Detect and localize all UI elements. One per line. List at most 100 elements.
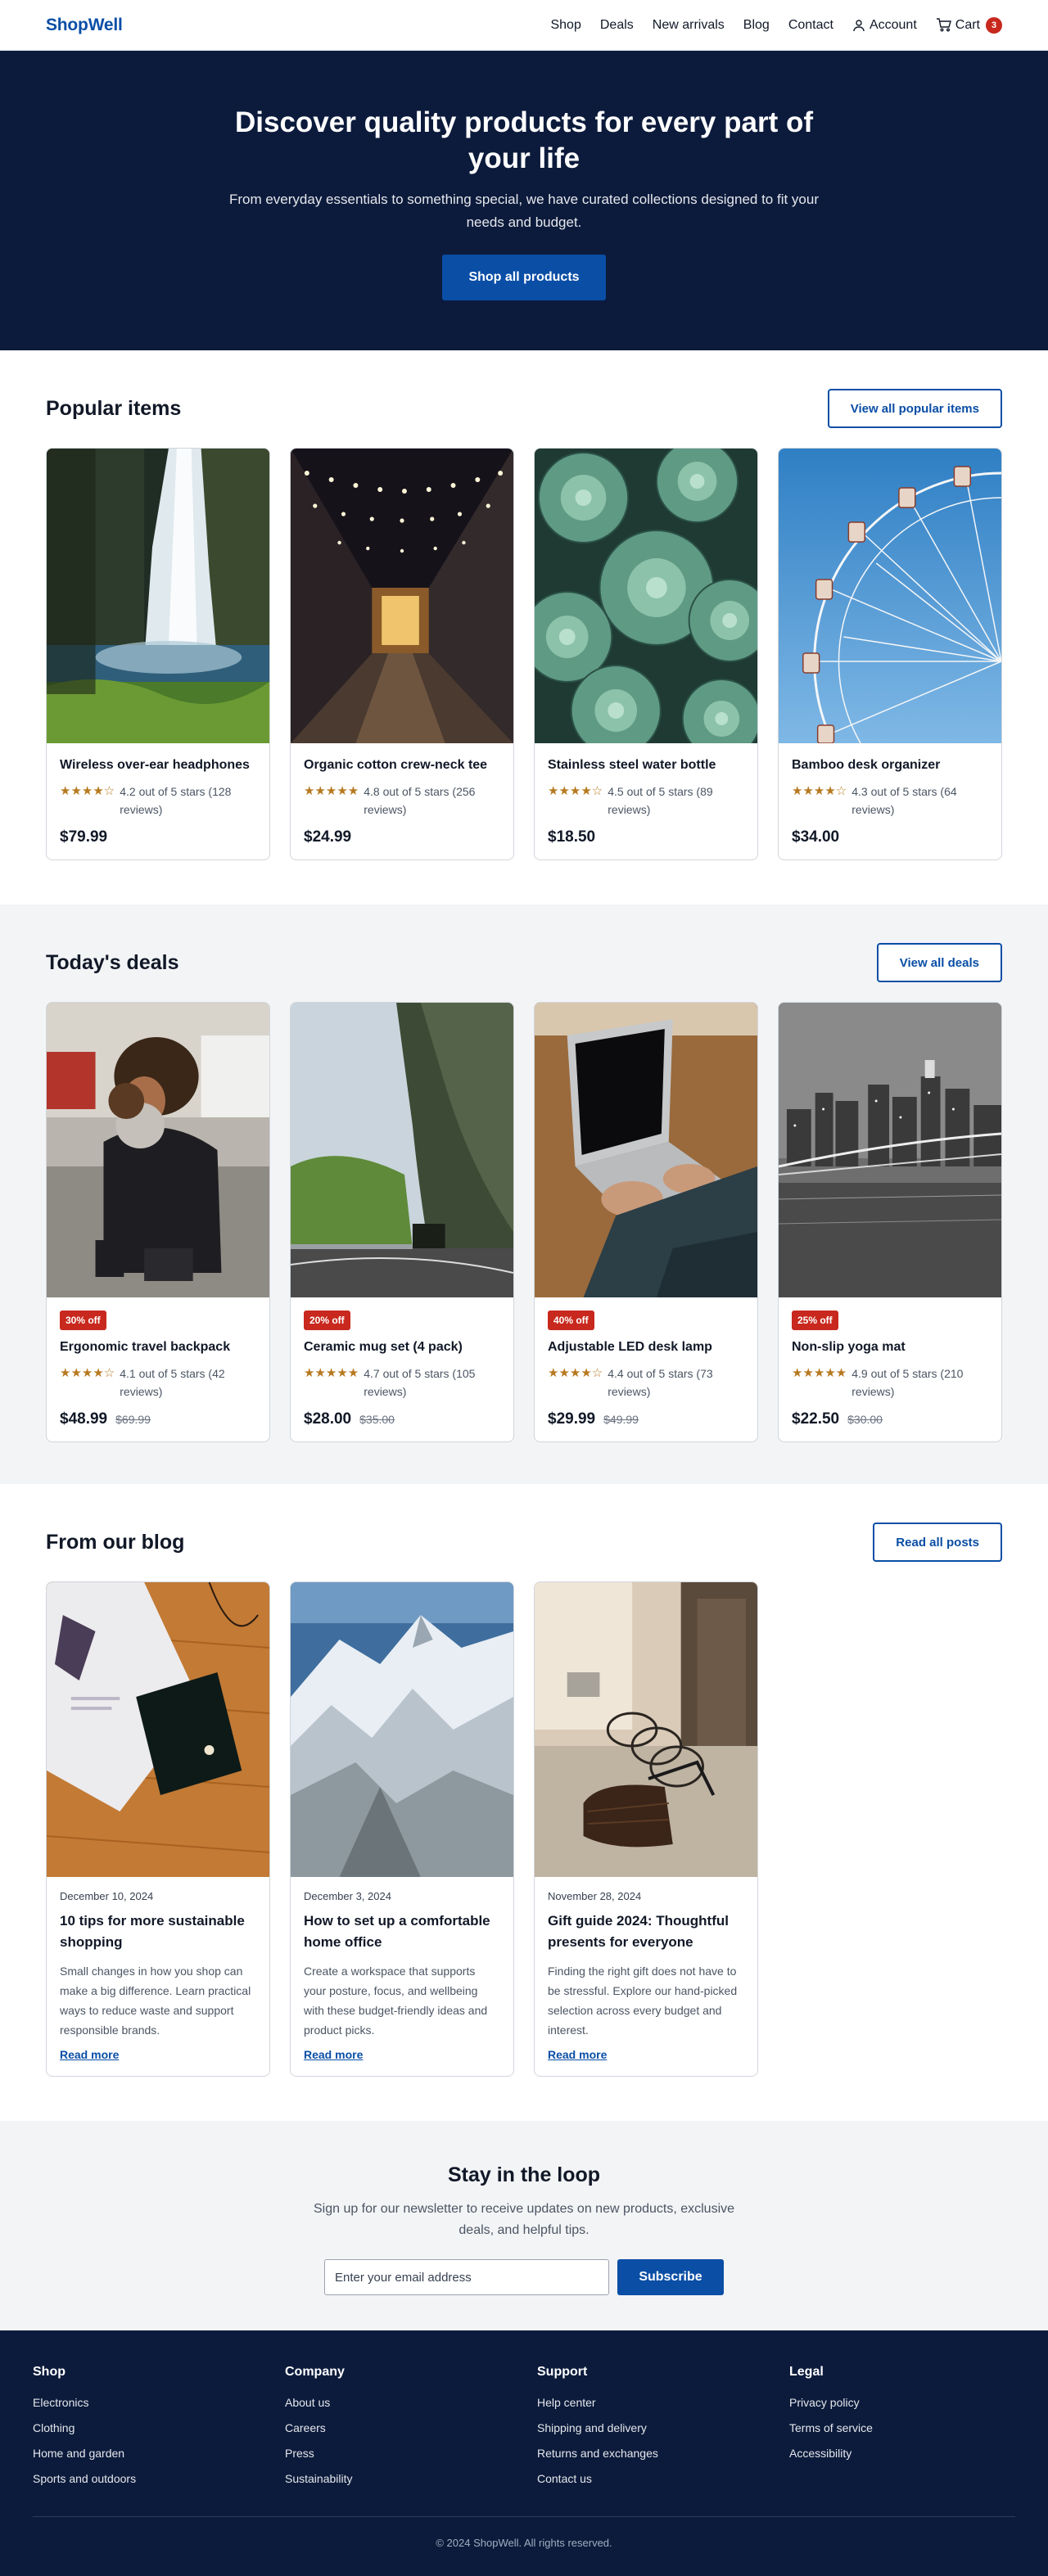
product-price: $18.50 xyxy=(548,828,596,846)
nav-new-arrivals[interactable]: New arrivals xyxy=(653,18,725,33)
read-all-posts-button[interactable]: Read all posts xyxy=(873,1523,1002,1562)
rating-text: 4.7 out of 5 stars (105 reviews) xyxy=(364,1367,476,1398)
product-title[interactable]: Ergonomic travel backpack xyxy=(60,1338,256,1356)
footer-column-support: Support Help center Shipping and deliver… xyxy=(537,2365,789,2497)
product-title[interactable]: Non-slip yoga mat xyxy=(792,1338,988,1356)
post-excerpt: Finding the right gift does not have to … xyxy=(548,1965,738,2037)
nav-shop[interactable]: Shop xyxy=(550,18,580,33)
blog-card[interactable]: November 28, 2024 Gift guide 2024: Thoug… xyxy=(534,1581,758,2077)
cart-link[interactable]: Cart 3 xyxy=(936,16,1002,34)
discount-badge: 40% off xyxy=(548,1311,594,1330)
product-title[interactable]: Ceramic mug set (4 pack) xyxy=(304,1338,500,1356)
site-footer: Shop Electronics Clothing Home and garde… xyxy=(0,2330,1048,2576)
footer-column-legal: Legal Privacy policy Terms of service Ac… xyxy=(789,2365,1041,2497)
popular-header: Popular items View all popular items xyxy=(46,389,1002,428)
popular-grid: Wireless over-ear headphones ★★★★☆ 4.2 o… xyxy=(46,448,1002,860)
footer-link[interactable]: Sustainability xyxy=(285,2472,537,2485)
footer-link[interactable]: Terms of service xyxy=(789,2421,1041,2434)
blog-section: From our blog Read all posts December 10… xyxy=(0,1484,1048,2121)
deal-card[interactable]: 20% off Ceramic mug set (4 pack) ★★★★★ 4… xyxy=(290,1002,514,1442)
account-link[interactable]: Account xyxy=(852,18,917,33)
cart-label: Cart xyxy=(955,17,980,32)
footer-link[interactable]: Help center xyxy=(537,2396,789,2409)
original-price: $49.99 xyxy=(603,1413,639,1426)
product-card[interactable]: Bamboo desk organizer ★★★★☆ 4.3 out of 5… xyxy=(778,448,1002,860)
product-image-succulents[interactable] xyxy=(535,449,757,743)
nav-contact[interactable]: Contact xyxy=(788,18,833,33)
star-rating-icon: ★★★★☆ xyxy=(60,1366,115,1380)
blog-card[interactable]: December 10, 2024 10 tips for more susta… xyxy=(46,1581,270,2077)
rating-text: 4.3 out of 5 stars (64 reviews) xyxy=(852,785,957,816)
sale-price: $22.50 xyxy=(792,1410,840,1428)
email-field[interactable] xyxy=(324,2259,609,2295)
footer-link[interactable]: About us xyxy=(285,2396,537,2409)
footer-link[interactable]: Clothing xyxy=(33,2421,285,2434)
view-all-deals-button[interactable]: View all deals xyxy=(876,943,1002,982)
blog-image-mountains[interactable] xyxy=(291,1582,513,1877)
product-card[interactable]: Stainless steel water bottle ★★★★☆ 4.5 o… xyxy=(534,448,758,860)
footer-link[interactable]: Home and garden xyxy=(33,2447,285,2460)
shop-all-button[interactable]: Shop all products xyxy=(442,255,606,300)
footer-link[interactable]: Accessibility xyxy=(789,2447,1041,2460)
product-title[interactable]: Bamboo desk organizer xyxy=(792,756,988,774)
rating-text: 4.4 out of 5 stars (73 reviews) xyxy=(608,1367,713,1398)
blog-heading: From our blog xyxy=(46,1530,185,1554)
deal-card[interactable]: 25% off Non-slip yoga mat ★★★★★ 4.9 out … xyxy=(778,1002,1002,1442)
product-image-city-bridge[interactable] xyxy=(779,1003,1001,1297)
product-image-night-street[interactable] xyxy=(291,449,513,743)
blog-card[interactable]: December 3, 2024 How to set up a comfort… xyxy=(290,1581,514,2077)
cart-count-badge: 3 xyxy=(986,16,1002,34)
read-more-link[interactable]: Read more xyxy=(304,2048,363,2061)
product-image-waterfall[interactable] xyxy=(47,449,269,743)
deal-card[interactable]: 40% off Adjustable LED desk lamp ★★★★☆ 4… xyxy=(534,1002,758,1442)
site-header: ShopWell Shop Deals New arrivals Blog Co… xyxy=(0,0,1048,51)
product-rating: ★★★★★ 4.8 out of 5 stars (256 reviews) xyxy=(304,783,500,819)
product-title[interactable]: Organic cotton crew-neck tee xyxy=(304,756,500,774)
sale-price: $28.00 xyxy=(304,1410,352,1428)
main-nav: Shop Deals New arrivals Blog Contact Acc… xyxy=(550,16,1002,34)
product-image-laptop[interactable] xyxy=(535,1003,757,1297)
product-title[interactable]: Stainless steel water bottle xyxy=(548,756,744,774)
product-card[interactable]: Wireless over-ear headphones ★★★★☆ 4.2 o… xyxy=(46,448,270,860)
sale-price: $48.99 xyxy=(60,1410,108,1428)
nav-deals[interactable]: Deals xyxy=(600,18,634,33)
cart-icon xyxy=(936,18,951,32)
footer-link[interactable]: Press xyxy=(285,2447,537,2460)
footer-link[interactable]: Careers xyxy=(285,2421,537,2434)
logo[interactable]: ShopWell xyxy=(46,16,123,35)
footer-link[interactable]: Contact us xyxy=(537,2472,789,2485)
footer-link[interactable]: Electronics xyxy=(33,2396,285,2409)
footer-link[interactable]: Sports and outdoors xyxy=(33,2472,285,2485)
product-rating: ★★★★☆ 4.4 out of 5 stars (73 reviews) xyxy=(548,1365,744,1401)
footer-link[interactable]: Shipping and delivery xyxy=(537,2421,789,2434)
read-more-link[interactable]: Read more xyxy=(548,2048,607,2061)
view-all-popular-button[interactable]: View all popular items xyxy=(827,389,1002,428)
post-title[interactable]: How to set up a comfortable home office xyxy=(304,1911,500,1953)
product-card[interactable]: Organic cotton crew-neck tee ★★★★★ 4.8 o… xyxy=(290,448,514,860)
blog-image-magazine[interactable] xyxy=(47,1582,269,1877)
rating-text: 4.2 out of 5 stars (128 reviews) xyxy=(120,785,232,816)
footer-link[interactable]: Privacy policy xyxy=(789,2396,1041,2409)
product-title[interactable]: Adjustable LED desk lamp xyxy=(548,1338,744,1356)
footer-heading: Shop xyxy=(33,2365,66,2379)
hero-title: Discover quality products for every part… xyxy=(234,106,813,174)
product-image-mother-child[interactable] xyxy=(47,1003,269,1297)
product-price: $24.99 xyxy=(304,828,352,846)
read-more-link[interactable]: Read more xyxy=(60,2048,119,2061)
star-rating-icon: ★★★★☆ xyxy=(60,784,115,798)
footer-heading: Support xyxy=(537,2365,588,2379)
post-date: December 3, 2024 xyxy=(304,1890,391,1902)
post-title[interactable]: Gift guide 2024: Thoughtful presents for… xyxy=(548,1911,744,1953)
blog-grid: December 10, 2024 10 tips for more susta… xyxy=(46,1581,1002,2077)
nav-blog[interactable]: Blog xyxy=(743,18,770,33)
product-title[interactable]: Wireless over-ear headphones xyxy=(60,756,256,774)
subscribe-button[interactable]: Subscribe xyxy=(617,2259,724,2295)
blog-image-bicycles[interactable] xyxy=(535,1582,757,1877)
product-image-mountain-road[interactable] xyxy=(291,1003,513,1297)
product-image-ferris-wheel[interactable] xyxy=(779,449,1001,743)
product-rating: ★★★★★ 4.9 out of 5 stars (210 reviews) xyxy=(792,1365,988,1401)
footer-link[interactable]: Returns and exchanges xyxy=(537,2447,789,2460)
post-title[interactable]: 10 tips for more sustainable shopping xyxy=(60,1911,256,1953)
rating-text: 4.8 out of 5 stars (256 reviews) xyxy=(364,785,476,816)
deal-card[interactable]: 30% off Ergonomic travel backpack ★★★★☆ … xyxy=(46,1002,270,1442)
